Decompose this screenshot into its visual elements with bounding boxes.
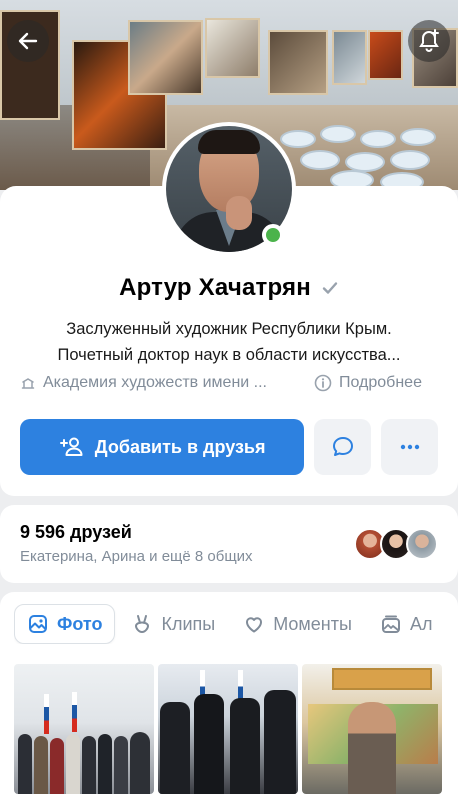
photo-thumbnail[interactable]: [14, 664, 154, 794]
medal: [280, 130, 316, 148]
flag: [72, 692, 77, 732]
tab-label: Клипы: [161, 613, 216, 634]
tab-photos[interactable]: Фото: [14, 604, 116, 644]
mutual-friends: Екатерина, Арина и ещё 8 общих: [20, 548, 253, 565]
person: [114, 736, 128, 794]
medal: [345, 152, 385, 172]
person: [34, 736, 48, 794]
medal: [320, 125, 356, 143]
photo-thumbnail[interactable]: [302, 664, 442, 794]
profile-name: Артур Хачатрян: [119, 274, 311, 301]
mutual-friends-avatars: [354, 528, 438, 560]
avatar-hair: [198, 130, 260, 154]
person: [66, 734, 80, 794]
avatar-hand: [226, 196, 252, 230]
friends-count: 9 596 друзей: [20, 522, 132, 542]
person: [264, 690, 296, 794]
painting: [332, 668, 432, 690]
more-actions-button[interactable]: [381, 419, 438, 475]
medal: [400, 128, 436, 146]
tab-moments[interactable]: Моменты: [231, 604, 364, 644]
painting: [332, 30, 367, 85]
profile-meta: Академия художеств имени ... Подробнее: [20, 374, 440, 392]
message-button[interactable]: [314, 419, 372, 475]
name-row: Артур Хачатрян: [0, 274, 458, 302]
tab-label: Фото: [57, 613, 103, 634]
person-add-icon: [59, 437, 83, 456]
bio-line: Почетный доктор наук в области искусства…: [57, 346, 401, 364]
media-section: Фото Клипы Моменты Ал: [0, 592, 458, 800]
bell-plus-icon: [419, 29, 439, 52]
photo-grid: [14, 664, 458, 794]
tab-albums[interactable]: Ал: [368, 604, 445, 644]
profile-status: Заслуженный художник Республики Крым. По…: [0, 316, 458, 368]
medal: [360, 130, 396, 148]
more-horizontal-icon: [400, 444, 419, 450]
add-friend-button[interactable]: Добавить в друзья: [20, 419, 305, 475]
person: [348, 702, 396, 794]
tab-label: Моменты: [273, 613, 352, 634]
person: [98, 734, 112, 794]
person: [18, 734, 32, 794]
organization-link[interactable]: Академия художеств имени ...: [20, 374, 300, 392]
flag: [44, 694, 49, 734]
building-icon: [21, 378, 35, 389]
bio-line: Заслуженный художник Республики Крым.: [66, 320, 392, 338]
checkmark-icon: [321, 279, 339, 297]
painting: [268, 30, 328, 95]
more-info-label: Подробнее: [339, 374, 422, 391]
medal: [300, 150, 340, 170]
tab-clips[interactable]: Клипы: [119, 604, 227, 644]
media-tabs: Фото Клипы Моменты Ал: [14, 604, 458, 644]
photo-thumbnail[interactable]: [158, 664, 298, 794]
chat-bubble-icon: [332, 437, 353, 456]
more-info-link[interactable]: Подробнее: [314, 374, 422, 392]
friends-section[interactable]: 9 596 друзей Екатерина, Арина и ещё 8 об…: [0, 505, 458, 583]
arrow-left-icon: [18, 32, 38, 50]
clips-icon: [135, 615, 150, 633]
painting: [205, 18, 260, 78]
person: [160, 702, 190, 794]
image-icon: [29, 615, 47, 633]
medal: [390, 150, 430, 170]
person: [82, 736, 96, 794]
tab-label: Ал: [409, 613, 433, 634]
organization-text: Академия художеств имени ...: [43, 374, 267, 391]
person: [50, 738, 64, 794]
friend-avatar: [406, 528, 438, 560]
back-button[interactable]: [7, 20, 49, 62]
profile-actions: Добавить в друзья: [20, 419, 438, 475]
info-icon: [314, 374, 332, 392]
person: [230, 698, 260, 794]
person: [194, 694, 224, 794]
online-indicator: [262, 224, 284, 246]
album-icon: [381, 615, 400, 633]
heart-icon: [246, 617, 263, 633]
subscribe-notifications-button[interactable]: [408, 20, 450, 62]
add-friend-label: Добавить в друзья: [94, 436, 266, 457]
painting: [128, 20, 203, 95]
person: [130, 732, 150, 794]
painting: [368, 30, 403, 80]
